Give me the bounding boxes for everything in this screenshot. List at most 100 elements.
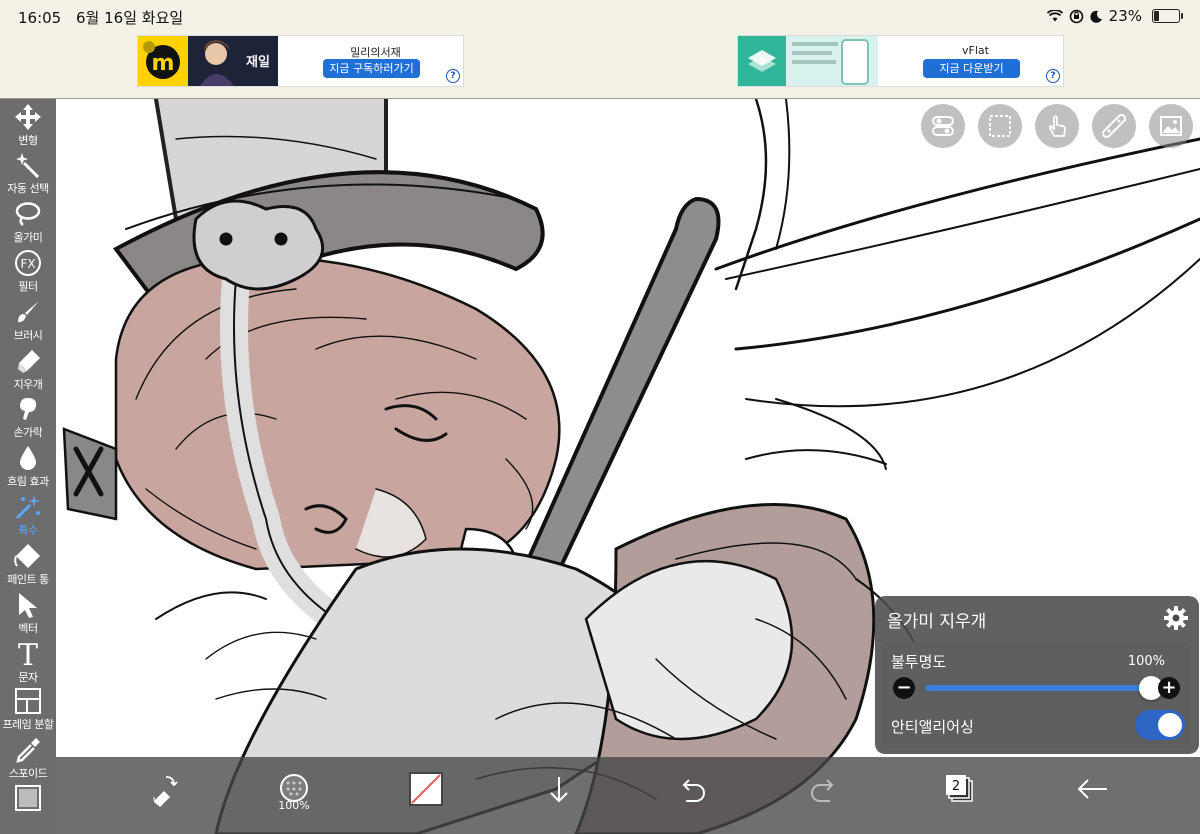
download-button[interactable]	[539, 771, 579, 811]
tool-text[interactable]: T 문자	[0, 638, 56, 685]
panel-settings-button[interactable]	[1163, 605, 1189, 635]
ad-banner-1[interactable]: m 재일 밀리의서재 지금 구독하러가기 ?	[137, 35, 464, 87]
ad-cta-1[interactable]: 지금 구독하러가기	[323, 59, 420, 78]
move-arrows-icon	[15, 104, 41, 130]
ad-title-2: vFlat	[962, 44, 989, 57]
redo-button[interactable]	[804, 771, 844, 811]
tool-label: 브러시	[13, 329, 43, 342]
panel-title: 올가미 지우개	[887, 612, 987, 632]
tool-brush[interactable]: 브러시	[0, 298, 56, 343]
tool-label: 필터	[18, 280, 38, 293]
settings-toggle-button[interactable]	[921, 104, 965, 148]
tool-sidebar: 변형 자동 선택 올가미 FX 필터 브러시 지우개 손가락 흐림 효과 특수 …	[0, 99, 56, 834]
tool-label: 특수	[18, 524, 38, 537]
fx-icon-text: FX	[20, 257, 35, 271]
tool-eraser[interactable]: 지우개	[0, 347, 56, 392]
hand-gesture-button[interactable]	[1035, 104, 1079, 148]
magic-wand-icon	[16, 153, 40, 179]
tool-label: 프레임 분할	[2, 718, 54, 731]
tool-finger[interactable]: 손가락	[0, 395, 56, 440]
undo-icon	[682, 779, 705, 802]
lasso-icon	[15, 202, 41, 226]
ad-title-1: 밀리의서재	[350, 46, 401, 59]
opacity-slider-fill	[925, 685, 1151, 691]
battery-level	[1154, 11, 1160, 21]
reference-image-button[interactable]	[1149, 104, 1193, 148]
blur-drop-icon	[20, 446, 36, 470]
tool-label: 스포이드	[8, 767, 48, 780]
ruler-icon	[1102, 114, 1126, 138]
ad-image-1: m 재일	[138, 36, 278, 86]
moon-icon	[1090, 10, 1102, 23]
layers-icon: 2	[946, 775, 973, 802]
tool-special[interactable]: 특수	[0, 493, 56, 538]
layers-button[interactable]: 2	[938, 771, 978, 811]
tool-frame-divide[interactable]: 프레임 분할	[0, 687, 56, 732]
swap-tool-button[interactable]	[144, 771, 184, 811]
lasso-eraser-panel: 올가미 지우개 불투명도 100% − + 안티앨리어싱	[875, 596, 1199, 754]
tool-filter[interactable]: FX 필터	[0, 249, 56, 294]
brush-icon	[18, 301, 39, 323]
tool-transform[interactable]: 변형	[0, 103, 56, 148]
ad-logo-letter: m	[152, 51, 175, 76]
orientation-lock-icon	[1069, 9, 1083, 23]
tool-auto-select[interactable]: 자동 선택	[0, 151, 56, 196]
brush-size-button[interactable]: 100%	[274, 771, 314, 812]
bottom-toolbar: 100% 2	[56, 757, 1200, 834]
ruler-button[interactable]	[1092, 104, 1136, 148]
tool-label: 변형	[18, 134, 38, 147]
brush-size-text: 100%	[278, 799, 310, 812]
text-icon-glyph: T	[18, 638, 38, 668]
tool-eyedropper[interactable]: 스포이드	[0, 736, 56, 781]
antialias-toggle-knob	[1158, 713, 1182, 737]
download-arrow-icon	[550, 777, 568, 803]
antialias-toggle[interactable]	[1135, 710, 1185, 740]
opacity-minus-button[interactable]: −	[893, 677, 915, 699]
tool-paint-bucket[interactable]: 페인트 통	[0, 542, 56, 587]
tool-label: 페인트 통	[7, 573, 49, 586]
ad-thumb-text: 재일	[246, 55, 270, 70]
tool-vector[interactable]: 벡터	[0, 591, 56, 636]
selection-button[interactable]	[978, 104, 1022, 148]
ad-bar: m 재일 밀리의서재 지금 구독하러가기 ? vFlat 지금 다운받기 ?	[0, 32, 1200, 99]
opacity-label: 불투명도	[891, 653, 947, 671]
antialias-label: 안티앨리어싱	[891, 718, 974, 736]
tool-label: 흐림 효과	[7, 475, 49, 488]
tool-label: 지우개	[13, 378, 43, 391]
back-button[interactable]	[1073, 771, 1113, 811]
color-swatch-button[interactable]	[406, 771, 446, 811]
opacity-slider[interactable]	[925, 676, 1163, 700]
opacity-value: 100%	[1127, 654, 1165, 669]
panel-controls: 불투명도 100% − + 안티앨리어싱	[881, 642, 1191, 748]
ad-info-icon-2[interactable]: ?	[1046, 69, 1060, 83]
redo-icon	[811, 779, 834, 802]
eyedropper-icon	[16, 738, 40, 763]
ad-image-2	[738, 36, 878, 86]
tool-blur[interactable]: 흐림 효과	[0, 444, 56, 489]
status-date: 6월 16일 화요일	[76, 9, 184, 27]
ad-cta-2[interactable]: 지금 다운받기	[923, 59, 1020, 78]
canvas-frame-icon	[15, 785, 41, 811]
gear-icon	[1164, 606, 1188, 630]
tool-lasso[interactable]: 올가미	[0, 200, 56, 245]
smudge-finger-icon	[20, 398, 37, 420]
toggle-settings-icon	[932, 116, 954, 136]
tool-label: 벡터	[18, 622, 38, 635]
eraser-icon	[18, 350, 40, 373]
text-icon: T	[18, 638, 38, 668]
battery-percent: 23%	[1108, 7, 1142, 25]
image-icon	[1160, 116, 1182, 136]
tool-label: 자동 선택	[7, 182, 49, 195]
color-swatch	[409, 772, 443, 806]
opacity-plus-button[interactable]: +	[1158, 677, 1180, 699]
ad-banner-2[interactable]: vFlat 지금 다운받기 ?	[737, 35, 1064, 87]
status-bar: 16:05 6월 16일 화요일 23%	[0, 0, 1200, 32]
ad-info-icon-1[interactable]: ?	[446, 69, 460, 83]
tool-canvas[interactable]	[0, 784, 56, 812]
tool-label: 손가락	[13, 426, 43, 439]
layers-count: 2	[952, 779, 960, 794]
status-time: 16:05	[18, 9, 62, 27]
vector-cursor-icon	[19, 593, 37, 618]
undo-button[interactable]	[672, 771, 712, 811]
tool-label: 올가미	[13, 231, 43, 244]
